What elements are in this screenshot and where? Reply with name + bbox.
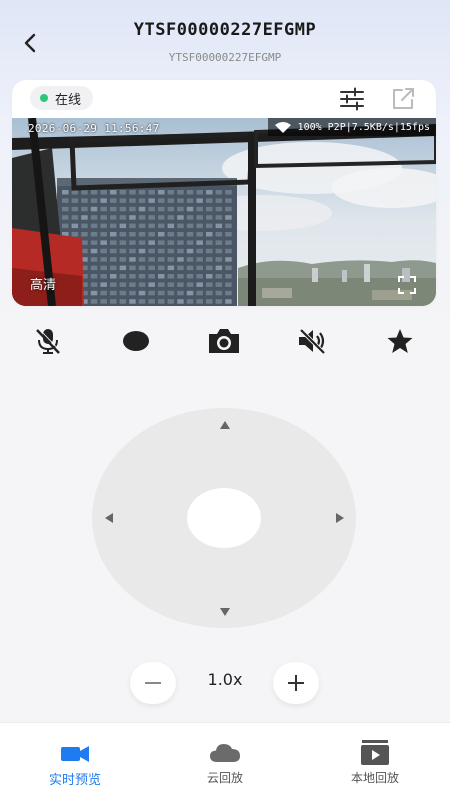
zoom-in-button[interactable]	[273, 662, 319, 704]
arrow-down-icon[interactable]	[219, 607, 231, 617]
arrow-left-icon[interactable]	[104, 512, 114, 524]
mute-mic-button[interactable]	[31, 324, 65, 358]
speaker-toggle-button[interactable]	[295, 324, 329, 358]
online-dot-icon	[40, 94, 48, 102]
fullscreen-button[interactable]	[398, 276, 416, 294]
favorite-star-icon	[387, 329, 413, 353]
video-timestamp: 2026-06-29 11:56:47	[28, 122, 160, 135]
wifi-icon	[274, 122, 291, 133]
settings-button[interactable]	[338, 86, 366, 112]
share-button[interactable]	[390, 86, 418, 112]
page-title: YTSF00000227EFGMP	[133, 20, 317, 40]
playlist-play-icon	[361, 740, 389, 765]
arrow-right-icon[interactable]	[335, 512, 345, 524]
tab-label: 实时预览	[48, 773, 101, 788]
video-camera-icon	[61, 746, 89, 762]
ptz-joystick[interactable]	[92, 408, 356, 628]
video-frame-image	[12, 118, 436, 306]
tab-label: 云回放	[206, 771, 243, 785]
status-badge: 在线	[30, 86, 94, 110]
zoom-level: 1.0x	[207, 670, 243, 689]
bottom-nav: 实时预览 云回放 本地回放	[0, 722, 450, 800]
quality-toggle[interactable]: 高清	[30, 274, 56, 293]
record-button[interactable]	[119, 324, 153, 358]
plus-icon	[288, 675, 304, 691]
ptz-center-knob[interactable]	[187, 488, 261, 548]
header: YTSF00000227EFGMP YTSF00000227EFGMP	[0, 0, 450, 80]
share-external-icon	[393, 88, 414, 109]
minus-icon	[145, 682, 161, 684]
network-stats: 100% P2P|7.5KB/s|15fps	[267, 118, 436, 136]
cloud-icon	[210, 744, 240, 762]
status-label: 在线	[55, 92, 82, 108]
record-icon	[123, 331, 149, 351]
arrow-up-icon[interactable]	[219, 420, 231, 430]
tab-cloud-playback[interactable]: 云回放	[150, 723, 300, 800]
fullscreen-icon	[398, 276, 416, 294]
mic-off-icon	[36, 328, 61, 354]
tab-live-preview[interactable]: 实时预览	[0, 723, 150, 800]
page-subtitle: YTSF00000227EFGMP	[168, 51, 282, 64]
tab-label: 本地回放	[350, 771, 399, 785]
video-card: 在线 2026-06-29 11:56:47 100% P2P|7.5KB/s|…	[12, 80, 436, 306]
zoom-control: 1.0x	[0, 660, 450, 704]
tab-local-playback[interactable]: 本地回放	[300, 723, 450, 800]
settings-sliders-icon	[340, 87, 364, 111]
network-stats-text: 100% P2P|7.5KB/s|15fps	[297, 121, 430, 133]
zoom-out-button[interactable]	[130, 662, 176, 704]
favorite-button[interactable]	[383, 324, 417, 358]
snapshot-button[interactable]	[207, 324, 241, 358]
control-toolbar	[0, 318, 450, 362]
speaker-off-icon	[299, 328, 326, 355]
live-video[interactable]: 2026-06-29 11:56:47 100% P2P|7.5KB/s|15f…	[12, 118, 436, 306]
camera-icon	[209, 329, 239, 353]
